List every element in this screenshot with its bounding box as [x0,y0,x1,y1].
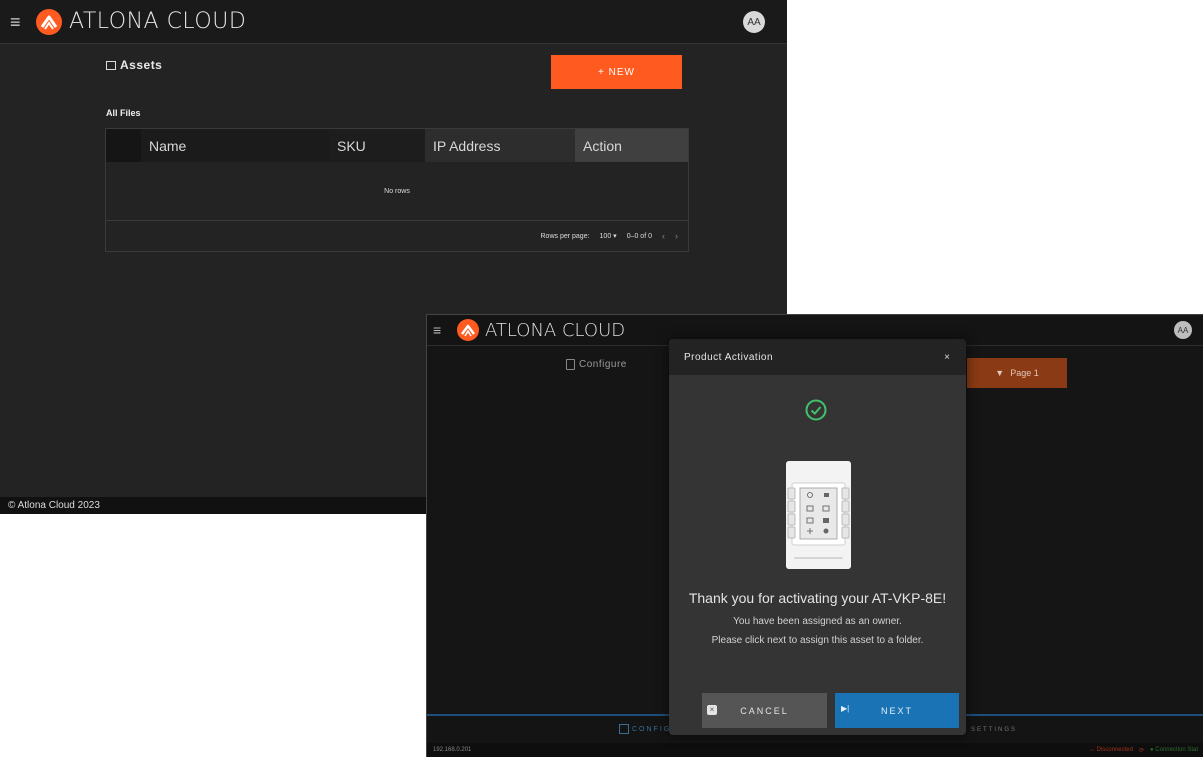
connection-status-label: ● Connection Stat [1150,747,1198,753]
ip-address: 192.168.0.201 [433,747,472,753]
page-select-label: Page 1 [1010,368,1039,378]
column-sku[interactable]: SKU [329,129,425,162]
connection-label: Connection Stat [1155,747,1198,753]
keypad-device-image [786,461,851,569]
rows-per-page-select[interactable]: 100 ▾ [600,232,617,240]
connection-status: ↔ Disconnected ⟳ ● Connection Stat [1089,747,1198,754]
rows-per-page-value: 100 [599,233,612,240]
disconnected-label: Disconnected [1096,747,1133,753]
configure-icon [619,724,629,734]
page-select-button[interactable]: ▼ Page 1 [967,358,1067,388]
atlona-logo-icon [36,8,62,35]
owner-message: You have been assigned as an owner. [733,616,902,627]
column-name[interactable]: Name [141,129,329,162]
page-title: Configure [566,359,627,370]
dialog-header: Product Activation × [669,339,966,375]
tab-settings[interactable]: SETTINGS [971,727,1017,733]
product-activation-dialog: Product Activation × Thank you for activ… [669,339,966,735]
page-title: Assets [106,58,162,72]
disconnected-status: ↔ Disconnected [1088,747,1133,753]
caret-down-icon: ▼ [995,368,1005,378]
avatar[interactable]: AA [743,11,765,33]
page-title-text: Configure [579,359,627,370]
next-label: NEXT [880,705,913,716]
status-bar: 192.168.0.201 ↔ Disconnected ⟳ ● Connect… [427,743,1203,757]
column-select[interactable] [106,129,141,162]
folder-icon [106,60,116,70]
app-header: ≡ ATLONA CLOUD AA [0,0,787,44]
new-asset-button[interactable]: + NEW [551,55,682,89]
hamburger-icon[interactable]: ≡ [10,13,30,31]
page-title-text: Assets [120,58,163,72]
column-action[interactable]: Action [575,129,688,162]
instruction-message: Please click next to assign this asset t… [711,635,924,646]
column-ip-address[interactable]: IP Address [425,129,575,162]
dialog-title: Product Activation [684,351,774,363]
pagination: Rows per page: 100 ▾ 0–0 of 0 ‹ › [106,221,688,251]
empty-state: No rows [106,162,688,221]
prev-page-icon[interactable]: ‹ [662,231,665,241]
hamburger-icon[interactable]: ≡ [433,323,449,337]
cancel-icon: × [707,705,717,715]
atlona-logo-icon [457,319,479,341]
activation-heading: Thank you for activating your AT-VKP-8E! [688,590,947,606]
device-icon [566,359,575,370]
refresh-icon[interactable]: ⟳ [1139,747,1144,754]
skip-next-icon: ▶| [841,704,850,713]
rows-per-page-label: Rows per page: [540,232,590,240]
cancel-label: CANCEL [740,705,789,716]
avatar[interactable]: AA [1174,321,1192,339]
brand-name: ATLONA CLOUD [485,319,626,341]
next-button[interactable]: ▶| NEXT [835,693,959,728]
section-title: All Files [106,108,141,118]
table-header: Name SKU IP Address Action [106,129,688,162]
page-range: 0–0 of 0 [626,232,652,240]
caret-down-icon: ▾ [613,233,617,240]
assets-table: Name SKU IP Address Action No rows Rows … [105,128,689,252]
close-icon[interactable]: × [944,352,950,363]
success-check-icon [805,399,827,421]
brand-name: ATLONA CLOUD [69,9,247,34]
next-page-icon[interactable]: › [675,231,678,241]
cancel-button[interactable]: × CANCEL [702,693,827,728]
